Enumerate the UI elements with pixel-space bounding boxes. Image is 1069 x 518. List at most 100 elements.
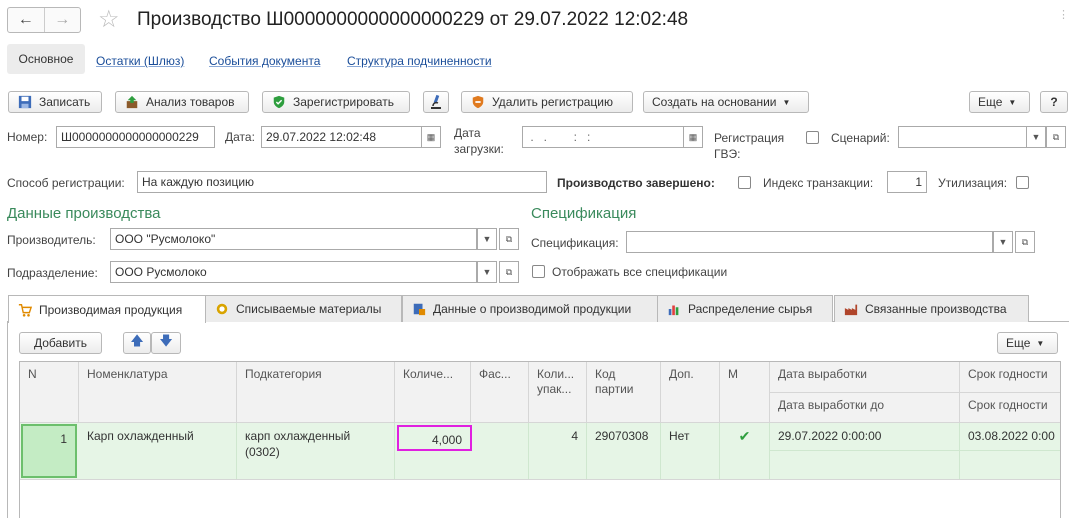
write-button[interactable]: Записать <box>8 91 102 113</box>
number-field[interactable]: Ш0000000000000000229 <box>56 126 215 148</box>
col-batch[interactable]: Код партии <box>587 362 661 423</box>
forward-arrow-icon[interactable]: → <box>45 8 81 32</box>
chevron-down-icon[interactable]: ▼ <box>993 231 1013 253</box>
col-qty-pack[interactable]: Коли... упак... <box>529 362 587 423</box>
cell-n[interactable]: 1 <box>21 424 77 478</box>
tab-main[interactable]: Основное <box>7 44 85 74</box>
col-n[interactable]: N <box>20 362 79 423</box>
back-arrow-icon[interactable]: ← <box>8 8 45 32</box>
open-icon[interactable]: ⧉ <box>1015 231 1035 253</box>
cell-batch[interactable]: 29070308 <box>587 423 661 479</box>
col-expiry-2[interactable]: Срок годности <box>960 393 1060 423</box>
reg-gve-label-2: ГВЭ: <box>714 147 741 161</box>
checkmark-icon[interactable]: ✔ <box>720 423 770 479</box>
col-packaging[interactable]: Фас... <box>471 362 529 423</box>
cell-expiry[interactable]: 03.08.2022 0:00 <box>960 423 1060 451</box>
create-based-label: Создать на основании <box>652 95 777 109</box>
help-label: ? <box>1050 95 1058 109</box>
scenario-field[interactable] <box>898 126 1027 148</box>
table-row[interactable]: 1 Карп охлажденный карп охлажденный (030… <box>20 423 1060 480</box>
reg-method-field[interactable]: На каждую позицию <box>137 171 547 193</box>
window-menu-icon[interactable]: ⋮ <box>1058 8 1069 21</box>
microscope-button[interactable] <box>423 91 449 113</box>
help-button[interactable]: ? <box>1040 91 1068 113</box>
chevron-down-icon: ▼ <box>1008 97 1017 107</box>
tab-balances[interactable]: Остатки (Шлюз) <box>96 54 184 68</box>
move-down-button[interactable]: 🡇 <box>151 332 181 354</box>
cell-nomenclature[interactable]: Карп охлажденный <box>79 423 237 479</box>
cell-qty-pack[interactable]: 4 <box>529 423 587 479</box>
microscope-icon <box>431 94 441 109</box>
tab-structure[interactable]: Структура подчиненности <box>347 54 492 68</box>
open-icon[interactable]: ⧉ <box>499 261 519 283</box>
reg-gve-checkbox[interactable] <box>806 131 819 144</box>
add-row-label: Добавить <box>33 336 88 350</box>
col-subcategory[interactable]: Подкатегория <box>237 362 395 423</box>
producer-field[interactable]: ООО "Русмолоко" <box>110 228 477 250</box>
prod-done-label: Производство завершено: <box>557 176 715 190</box>
spec-heading: Спецификация <box>531 205 637 222</box>
tab-written-off-materials-label: Списываемые материалы <box>236 302 382 316</box>
cell-subcategory[interactable]: карп охлажденный (0302) <box>237 423 395 479</box>
more-button[interactable]: Еще ▼ <box>969 91 1030 113</box>
col-prod-date[interactable]: Дата выработки <box>770 362 960 393</box>
tab-panel-border-left <box>7 321 8 518</box>
reg-method-label: Способ регистрации: <box>7 176 125 190</box>
open-icon[interactable]: ⧉ <box>499 228 519 250</box>
table-more-label: Еще <box>1006 336 1031 350</box>
analysis-button[interactable]: Анализ товаров <box>115 91 249 113</box>
tab-produced-products-label: Производимая продукция <box>39 302 183 317</box>
col-nomenclature[interactable]: Номенклатура <box>79 362 237 423</box>
division-field[interactable]: ООО Русмолоко <box>110 261 477 283</box>
cell-packaging[interactable] <box>471 423 529 479</box>
analysis-label: Анализ товаров <box>146 95 235 109</box>
tab-related-productions[interactable]: Связанные производства <box>834 295 1029 322</box>
tab-produced-products[interactable]: Производимая продукция <box>8 295 206 323</box>
create-based-button[interactable]: Создать на основании ▼ <box>643 91 809 113</box>
tab-related-productions-label: Связанные производства <box>865 302 1007 316</box>
chevron-down-icon: ▼ <box>782 97 791 107</box>
cell-extra[interactable]: Нет <box>661 423 720 479</box>
write-label: Записать <box>39 95 91 109</box>
tab-product-data[interactable]: Данные о производимой продукции <box>402 295 658 322</box>
utilization-checkbox[interactable] <box>1016 176 1029 189</box>
col-extra[interactable]: Доп. <box>661 362 720 423</box>
arrow-up-icon: 🡅 <box>130 333 144 348</box>
tx-index-field[interactable]: 1 <box>887 171 927 193</box>
cell-prod-date[interactable]: 29.07.2022 0:00:00 <box>770 423 960 451</box>
show-all-spec-checkbox[interactable] <box>532 265 545 278</box>
register-label: Зарегистрировать <box>293 95 394 109</box>
chevron-down-icon[interactable]: ▼ <box>1026 126 1046 148</box>
calendar-icon[interactable]: ▦ <box>421 126 441 148</box>
utilization-label: Утилизация: <box>938 176 1008 190</box>
load-date-field[interactable]: . . : : <box>522 126 684 148</box>
prod-done-checkbox[interactable] <box>738 176 751 189</box>
register-button[interactable]: Зарегистрировать <box>262 91 410 113</box>
cell-expiry-2[interactable] <box>960 451 1060 479</box>
col-qty-pack-line2: упак... <box>537 382 572 396</box>
reg-gve-label-1: Регистрация <box>714 131 785 145</box>
col-expiry[interactable]: Срок годности <box>960 362 1060 393</box>
calendar-icon[interactable]: ▦ <box>683 126 703 148</box>
open-icon[interactable]: ⧉ <box>1046 126 1066 148</box>
col-prod-date-to[interactable]: Дата выработки до <box>770 393 960 423</box>
chevron-down-icon[interactable]: ▼ <box>477 228 497 250</box>
chevron-down-icon[interactable]: ▼ <box>477 261 497 283</box>
delete-registration-button[interactable]: Удалить регистрацию <box>461 91 633 113</box>
favorite-star-icon[interactable]: ☆ <box>98 5 120 34</box>
col-m[interactable]: М <box>720 362 770 423</box>
cell-qty[interactable]: 4,000 <box>397 425 472 451</box>
spec-field[interactable] <box>626 231 993 253</box>
col-qty[interactable]: Количе... <box>395 362 471 423</box>
table-more-button[interactable]: Еще ▼ <box>997 332 1058 354</box>
tab-product-data-label: Данные о производимой продукции <box>433 302 632 316</box>
cell-prod-date-to[interactable] <box>770 451 960 479</box>
add-row-button[interactable]: Добавить <box>19 332 102 354</box>
move-up-button[interactable]: 🡅 <box>123 332 151 354</box>
cart-icon <box>18 303 33 317</box>
date-field[interactable]: 29.07.2022 12:02:48 <box>261 126 422 148</box>
number-label: Номер: <box>7 130 48 144</box>
tab-events[interactable]: События документа <box>209 54 320 68</box>
tab-written-off-materials[interactable]: Списываемые материалы <box>205 295 402 322</box>
tab-raw-distribution[interactable]: Распределение сырья <box>657 295 833 322</box>
